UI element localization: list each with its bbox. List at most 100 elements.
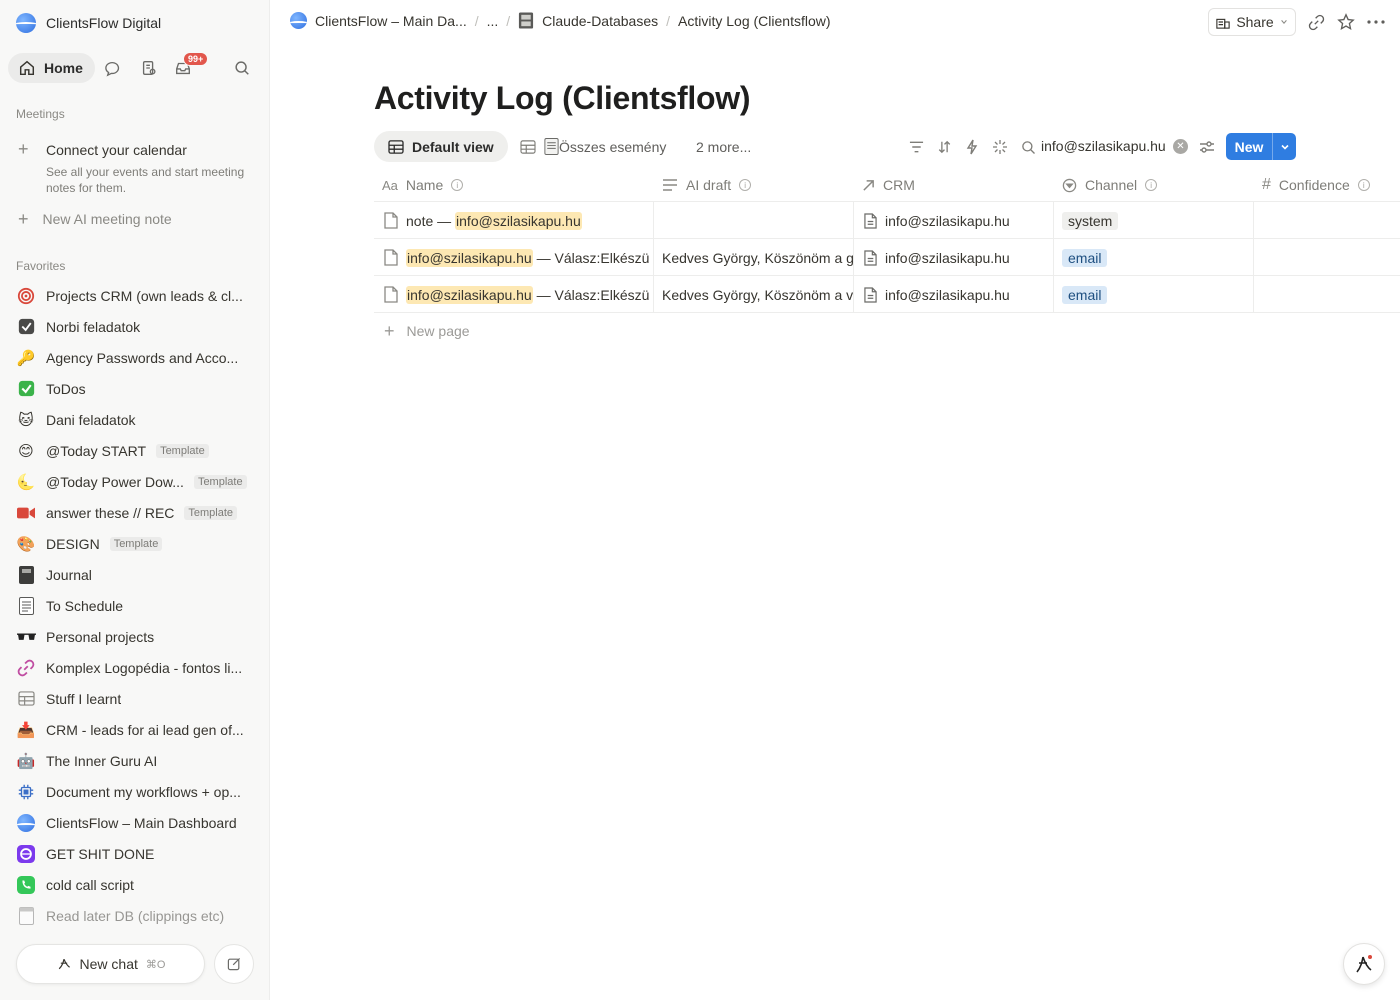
share-button[interactable]: Share [1208, 8, 1296, 36]
search-input[interactable]: info@szilasikapu.hu [1041, 138, 1166, 154]
channel-cell[interactable]: system [1062, 202, 1258, 239]
sidebar-item-favorite[interactable]: Read later DB (clippings etc) [16, 900, 260, 931]
name-cell[interactable]: info@szilasikapu.hu — Válasz:Elkészü [384, 239, 654, 276]
copy-link-icon[interactable] [1306, 12, 1326, 32]
settings-sliders-icon[interactable] [1197, 137, 1217, 157]
meeting-notes-icon[interactable] [139, 58, 159, 78]
tab-all-events[interactable]: Összes esemény [506, 131, 680, 162]
search-icon[interactable] [1018, 137, 1038, 157]
chevron-down-icon[interactable] [1272, 133, 1296, 160]
sidebar-item-favorite[interactable]: ToDos [16, 373, 260, 404]
breadcrumb-item-dashboard[interactable]: ClientsFlow – Main Da... [290, 12, 467, 29]
ai-draft-cell[interactable] [662, 202, 858, 239]
crm-cell[interactable]: info@szilasikapu.hu [864, 239, 1060, 276]
info-icon: i [451, 179, 464, 191]
sidebar-item-favorite[interactable]: GET SHIT DONE [16, 838, 260, 869]
sidebar-item-favorite[interactable]: Komplex Logopédia - fontos li... [16, 652, 260, 683]
column-header-ai-draft[interactable]: AI draft i [662, 168, 752, 202]
database-toolbar: Default view Összes esemény 2 more... in… [374, 131, 1400, 163]
chat-bubble-icon[interactable] [104, 58, 124, 78]
connect-calendar-desc: See all your events and start meeting no… [46, 165, 245, 195]
column-header-channel[interactable]: Channel i [1062, 168, 1158, 202]
table-row[interactable]: info@szilasikapu.hu — Válasz:Elkészü Ked… [374, 276, 1400, 313]
column-header-confidence[interactable]: # Confidence i [1262, 168, 1370, 202]
column-header-name[interactable]: Aa Name i [382, 168, 464, 202]
new-button-label[interactable]: New [1226, 133, 1272, 160]
sidebar-item-favorite[interactable]: Norbi feladatok [16, 311, 260, 342]
home-icon [19, 60, 35, 76]
favorite-label: cold call script [46, 876, 134, 893]
favorite-label: Norbi feladatok [46, 318, 141, 335]
sidebar-item-favorite[interactable]: Projects CRM (own leads & cl... [16, 280, 260, 311]
search-icon[interactable] [232, 58, 252, 78]
sidebar-item-favorite[interactable]: answer these // REC Template [16, 497, 260, 528]
favorite-label: DESIGN [46, 535, 100, 552]
search-highlight: info@szilasikapu.hu [406, 285, 533, 304]
crm-cell[interactable]: info@szilasikapu.hu [864, 276, 1060, 313]
crm-cell[interactable]: info@szilasikapu.hu [864, 202, 1060, 239]
new-record-button[interactable]: New [1226, 133, 1296, 160]
template-badge: Template [156, 443, 209, 458]
automation-bolt-icon[interactable] [962, 137, 982, 157]
sidebar-item-favorite[interactable]: 🌜 @Today Power Dow... Template [16, 466, 260, 497]
workspace-switcher[interactable]: ClientsFlow Digital [16, 12, 161, 34]
breadcrumb-label: Claude-Databases [542, 12, 659, 29]
favorite-label: CRM - leads for ai lead gen of... [46, 721, 244, 738]
breadcrumb-item-ellipsis[interactable]: ... [487, 13, 499, 29]
new-chat-shortcut: ⌘O [145, 958, 166, 971]
sidebar-item-favorite[interactable]: 🎨 DESIGN Template [16, 528, 260, 559]
tab-label: Default view [412, 138, 494, 155]
column-divider [1253, 202, 1254, 313]
column-header-crm[interactable]: CRM [862, 168, 915, 202]
column-label: Confidence [1278, 177, 1350, 193]
ai-draft-cell[interactable]: Kedves György, Köszönöm a g [662, 239, 854, 276]
crm-link: info@szilasikapu.hu [885, 249, 1010, 266]
new-ai-meeting-note-button[interactable]: + New AI meeting note [18, 210, 172, 228]
clear-search-icon[interactable]: ✕ [1173, 139, 1188, 154]
table-row[interactable]: info@szilasikapu.hu — Válasz:Elkészü Ked… [374, 239, 1400, 276]
name-cell[interactable]: info@szilasikapu.hu — Válasz:Elkészü [384, 276, 654, 313]
sidebar-item-favorite[interactable]: ClientsFlow – Main Dashboard [16, 807, 260, 838]
breadcrumb-item-current[interactable]: Activity Log (Clientsflow) [678, 13, 831, 29]
sidebar-item-favorite[interactable]: 📥 CRM - leads for ai lead gen of... [16, 714, 260, 745]
sidebar-item-favorite[interactable]: cold call script [16, 869, 260, 900]
ai-draft-cell[interactable]: Kedves György, Köszönöm a v [662, 276, 854, 313]
plus-icon: + [18, 139, 29, 159]
connect-calendar-title: Connect your calendar [46, 142, 187, 158]
sidebar-item-favorite[interactable]: Document my workflows + op... [16, 776, 260, 807]
crm-link: info@szilasikapu.hu [885, 286, 1010, 303]
sidebar-item-favorite[interactable]: 🐱 Dani feladatok [16, 404, 260, 435]
new-chat-button[interactable]: New chat ⌘O [16, 944, 205, 984]
cat-icon: 🐱 [18, 411, 34, 429]
sidebar-item-favorite[interactable]: Journal [16, 559, 260, 590]
compose-button[interactable] [214, 944, 254, 984]
sidebar-item-home[interactable]: Home [8, 53, 95, 83]
sidebar-item-favorite[interactable]: Personal projects [16, 621, 260, 652]
ai-sparkle-icon[interactable] [990, 137, 1010, 157]
tab-more-views[interactable]: 2 more... [682, 131, 765, 162]
inbox-icon[interactable]: 99+ [173, 52, 209, 78]
sidebar-item-favorite[interactable]: Stuff I learnt [16, 683, 260, 714]
search-highlight: info@szilasikapu.hu [406, 248, 533, 267]
new-page-button[interactable]: + New page [384, 322, 470, 340]
breadcrumb: ClientsFlow – Main Da... / ... / Claude-… [290, 12, 831, 29]
activity-table: Aa Name i AI draft i CRM Channel i # Con… [374, 168, 1400, 313]
table-row[interactable]: note — info@szilasikapu.hu info@szilasik… [374, 202, 1400, 239]
sidebar-item-favorite[interactable]: 😊 @Today START Template [16, 435, 260, 466]
sort-icon[interactable] [934, 137, 954, 157]
sidebar-nav: Home 99+ [8, 52, 264, 84]
star-icon[interactable] [1336, 12, 1356, 32]
sidebar-item-favorite[interactable]: 🔑 Agency Passwords and Acco... [16, 342, 260, 373]
ai-sparkle-icon [58, 958, 70, 970]
filter-icon[interactable] [906, 137, 926, 157]
tab-default-view[interactable]: Default view [374, 131, 508, 162]
checkbox-icon [16, 317, 36, 337]
ai-assistant-button[interactable] [1343, 943, 1385, 985]
sidebar-item-favorite[interactable]: 🤖 The Inner Guru AI [16, 745, 260, 776]
channel-cell[interactable]: email [1062, 239, 1258, 276]
breadcrumb-item-databases[interactable]: Claude-Databases [518, 12, 658, 29]
channel-cell[interactable]: email [1062, 276, 1258, 313]
sidebar-item-favorite[interactable]: To Schedule [16, 590, 260, 621]
more-options-icon[interactable] [1366, 12, 1386, 32]
name-cell[interactable]: note — info@szilasikapu.hu [384, 202, 652, 239]
